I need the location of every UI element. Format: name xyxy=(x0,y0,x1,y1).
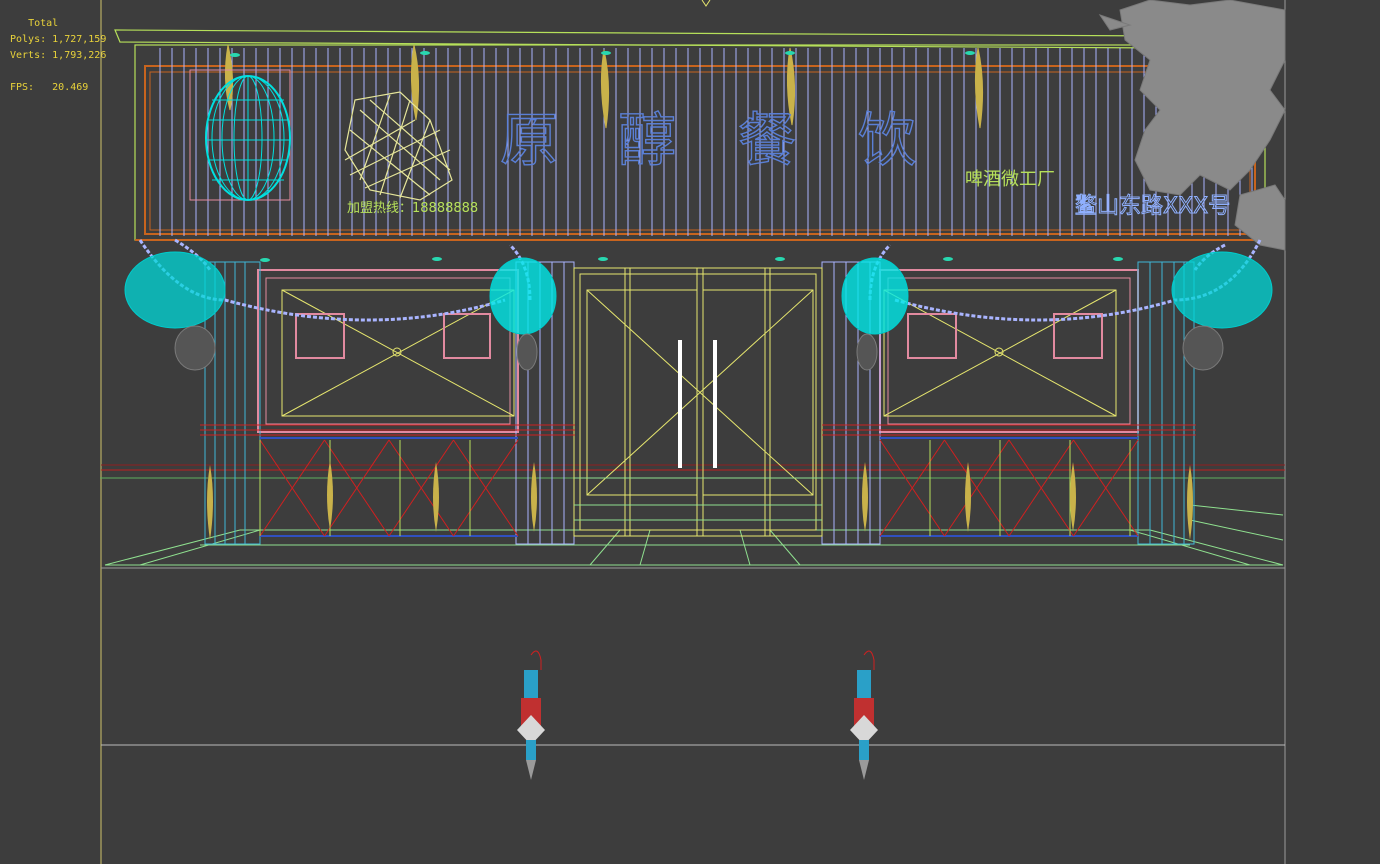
railing xyxy=(200,424,1196,537)
title-char-4: 饮 xyxy=(858,106,916,174)
sign-address: 鳌山东路XXX号 xyxy=(1075,194,1230,219)
left-window xyxy=(257,269,519,433)
street-lamp-right xyxy=(850,650,878,780)
sign-subtitle: 啤酒微工厂 xyxy=(965,169,1055,190)
sign-phone: 加盟热线：18888888 xyxy=(347,201,478,216)
pillars xyxy=(204,261,1195,545)
title-char-3: 餐 xyxy=(738,106,796,174)
barrel-icon xyxy=(189,69,291,201)
x-braces xyxy=(259,439,1139,537)
wall-lamp-icon xyxy=(174,325,1224,371)
right-window xyxy=(879,269,1139,433)
title-char-2: 醇 xyxy=(618,106,676,174)
title-char-1: 原 xyxy=(500,106,558,174)
sign-title: 原 醇 餐 饮 xyxy=(499,105,916,174)
lantern-icon xyxy=(124,251,1273,335)
viewpoint-marker-icon xyxy=(701,0,711,7)
rope-garland xyxy=(138,238,1262,322)
perspective-viewport[interactable]: 原 醇 餐 饮 加盟热线：18888888 啤酒微工厂 鳌山东路XXX号 xyxy=(0,0,1380,864)
signboard xyxy=(114,29,1266,262)
street-lamp-left xyxy=(517,650,545,780)
railing-leaves xyxy=(207,460,1193,540)
entrance-doors xyxy=(573,267,823,537)
